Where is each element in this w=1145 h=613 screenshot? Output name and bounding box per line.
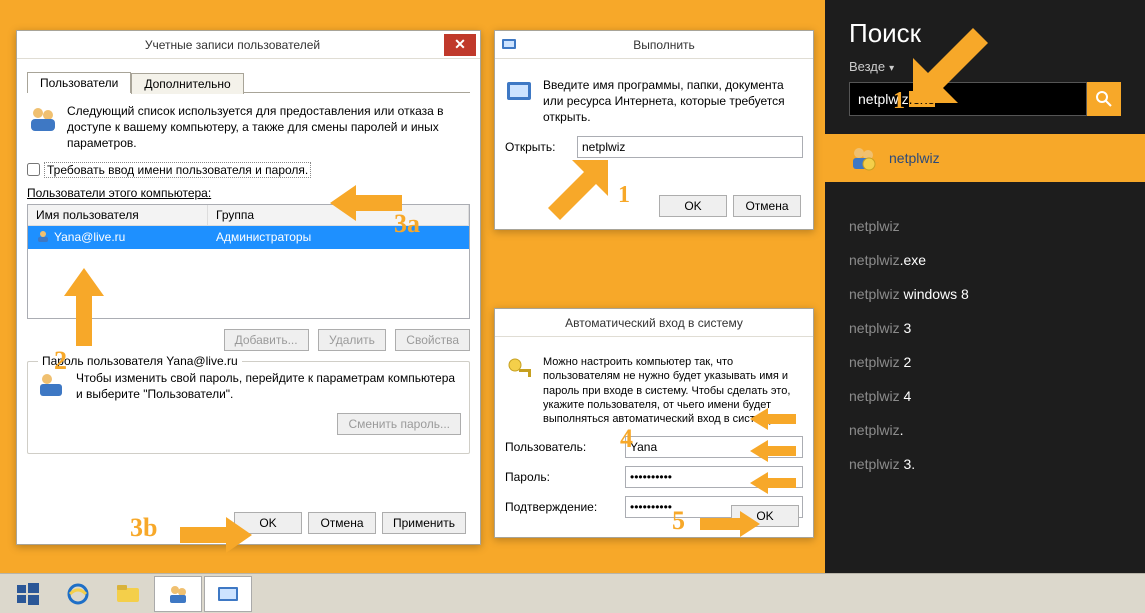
taskbar-ie-icon[interactable] bbox=[54, 576, 102, 612]
window-title: Выполнить bbox=[519, 38, 809, 52]
open-input[interactable] bbox=[577, 136, 803, 158]
password-section: Пароль пользователя Yana@live.ru Чтобы и… bbox=[27, 361, 470, 454]
annotation-3b: 3b bbox=[130, 513, 157, 543]
taskbar[interactable] bbox=[0, 573, 1145, 613]
password-help-text: Чтобы изменить свой пароль, перейдите к … bbox=[76, 370, 461, 402]
user-icon bbox=[36, 229, 50, 246]
password-legend: Пароль пользователя Yana@live.ru bbox=[38, 354, 242, 368]
result-icon bbox=[849, 144, 877, 172]
annotation-4: 4 bbox=[620, 424, 633, 454]
annotation-arrow bbox=[913, 28, 988, 106]
properties-button[interactable]: Свойства bbox=[395, 329, 470, 351]
keys-icon bbox=[505, 355, 535, 426]
annotation-arrow bbox=[750, 472, 796, 494]
tab-strip: Пользователи Дополнительно bbox=[27, 71, 470, 93]
info-text: Следующий список используется для предос… bbox=[67, 103, 470, 152]
change-password-button[interactable]: Сменить пароль... bbox=[337, 413, 461, 435]
titlebar[interactable]: Автоматический вход в систему bbox=[495, 309, 813, 337]
run-icon bbox=[499, 37, 519, 53]
run-info-text: Введите имя программы, папки, документа … bbox=[543, 77, 803, 126]
chevron-down-icon: ▾ bbox=[889, 63, 894, 74]
search-suggestion[interactable]: netplwiz 3 bbox=[849, 320, 1121, 336]
ok-button[interactable]: OK bbox=[659, 195, 727, 217]
annotation-arrow bbox=[548, 160, 608, 220]
annotation-arrow bbox=[750, 440, 796, 462]
result-label: netplwiz bbox=[889, 150, 940, 166]
annotation-1-left: 1 bbox=[618, 182, 630, 209]
search-suggestion[interactable]: netplwiz 3. bbox=[849, 456, 1121, 472]
taskbar-netplwiz-icon[interactable] bbox=[154, 576, 202, 612]
tab-users[interactable]: Пользователи bbox=[27, 72, 131, 93]
annotation-arrow bbox=[180, 517, 252, 553]
search-button[interactable] bbox=[1087, 82, 1121, 116]
annotation-arrow bbox=[64, 268, 104, 346]
start-button[interactable] bbox=[4, 576, 52, 612]
require-credentials-input[interactable] bbox=[27, 163, 40, 176]
cancel-button[interactable]: Отмена bbox=[308, 512, 376, 534]
titlebar[interactable]: Выполнить bbox=[495, 31, 813, 59]
annotation-2: 2 bbox=[54, 346, 67, 376]
search-suggestions: netplwiz netplwiz.exe netplwiz windows 8 ne… bbox=[849, 218, 1121, 472]
apply-button[interactable]: Применить bbox=[382, 512, 466, 534]
window-title: Автоматический вход в систему bbox=[499, 316, 809, 330]
delete-button[interactable]: Удалить bbox=[318, 329, 386, 351]
user-label: Пользователь: bbox=[505, 440, 625, 454]
users-icon bbox=[27, 103, 59, 152]
search-suggestion[interactable]: netplwiz. bbox=[849, 422, 1121, 438]
taskbar-run-icon[interactable] bbox=[204, 576, 252, 612]
search-suggestion[interactable]: netplwiz bbox=[849, 218, 1121, 234]
window-title: Учетные записи пользователей bbox=[21, 38, 444, 52]
tab-advanced[interactable]: Дополнительно bbox=[131, 73, 243, 94]
search-suggestion[interactable]: netplwiz.exe bbox=[849, 252, 1121, 268]
require-credentials-checkbox[interactable]: Требовать ввод имени пользователя и паро… bbox=[27, 162, 470, 178]
user-name: Yana@live.ru bbox=[54, 230, 125, 244]
open-label: Открыть: bbox=[505, 140, 577, 154]
annotation-3a: 3a bbox=[394, 209, 420, 239]
close-button[interactable]: ✕ bbox=[444, 34, 476, 56]
search-suggestion[interactable]: netplwiz 4 bbox=[849, 388, 1121, 404]
search-suggestion[interactable]: netplwiz 2 bbox=[849, 354, 1121, 370]
search-suggestion[interactable]: netplwiz windows 8 bbox=[849, 286, 1121, 302]
password-label: Пароль: bbox=[505, 470, 625, 484]
run-info-icon bbox=[505, 77, 535, 126]
require-credentials-label: Требовать ввод имени пользователя и паро… bbox=[44, 162, 311, 178]
cancel-button[interactable]: Отмена bbox=[733, 195, 801, 217]
titlebar[interactable]: Учетные записи пользователей ✕ bbox=[17, 31, 480, 59]
taskbar-explorer-icon[interactable] bbox=[104, 576, 152, 612]
annotation-arrow bbox=[750, 408, 796, 430]
column-username[interactable]: Имя пользователя bbox=[28, 205, 208, 225]
annotation-5: 5 bbox=[672, 506, 685, 536]
add-button[interactable]: Добавить... bbox=[224, 329, 309, 351]
annotation-1-right: 1 bbox=[893, 88, 905, 115]
users-list-label: Пользователи этого компьютера: bbox=[27, 186, 470, 200]
annotation-arrow bbox=[330, 185, 402, 221]
run-dialog: Выполнить Введите имя программы, папки, … bbox=[494, 30, 814, 230]
search-top-result[interactable]: netplwiz bbox=[825, 134, 1145, 182]
confirm-label: Подтверждение: bbox=[505, 500, 625, 514]
user-group: Администраторы bbox=[208, 227, 469, 247]
annotation-arrow bbox=[700, 511, 760, 537]
